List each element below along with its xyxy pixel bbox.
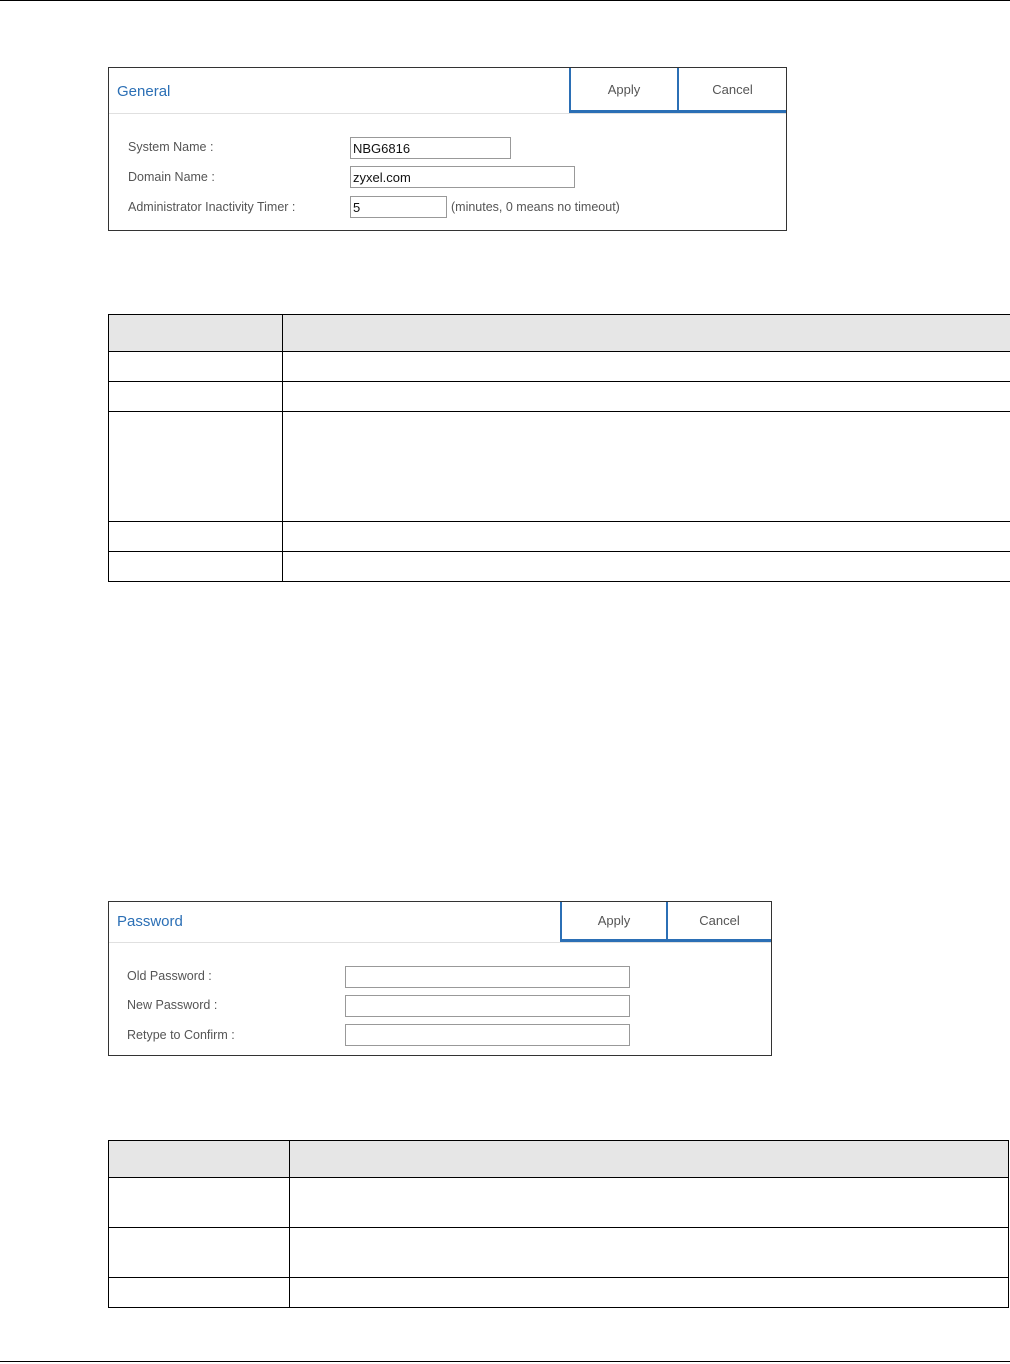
table-cell <box>108 1277 290 1308</box>
password-cancel-button[interactable]: Cancel <box>666 902 771 942</box>
password-fields-table <box>108 1140 1009 1308</box>
table-cell <box>289 1277 1009 1308</box>
password-panel: Password Apply Cancel Old Password : New… <box>108 901 772 1056</box>
table-row <box>108 381 1010 412</box>
table-cell <box>282 521 1010 552</box>
general-panel-divider <box>109 113 786 114</box>
table-row <box>108 551 1010 582</box>
domain-name-input[interactable] <box>350 166 575 188</box>
password-panel-divider <box>109 942 771 943</box>
table-cell <box>108 351 283 382</box>
table-cell <box>108 521 283 552</box>
system-name-input[interactable] <box>350 137 511 159</box>
table-cell <box>282 551 1010 582</box>
table-row <box>108 521 1010 552</box>
new-password-input[interactable] <box>345 995 630 1017</box>
retype-password-input[interactable] <box>345 1024 630 1046</box>
table-cell <box>108 381 283 412</box>
general-apply-button[interactable]: Apply <box>569 68 677 113</box>
table-header-row <box>108 314 1010 352</box>
table-row <box>108 1277 1009 1308</box>
table-header-cell <box>282 314 1010 352</box>
inactivity-timer-note: (minutes, 0 means no timeout) <box>451 200 620 214</box>
table-cell <box>289 1227 1009 1278</box>
table-row <box>108 1177 1009 1228</box>
table-cell <box>108 1227 290 1278</box>
table-cell <box>282 381 1010 412</box>
inactivity-timer-label: Administrator Inactivity Timer : <box>128 200 296 214</box>
domain-name-label: Domain Name : <box>128 170 215 184</box>
table-cell <box>282 351 1010 382</box>
table-cell <box>289 1177 1009 1228</box>
table-cell <box>282 411 1010 522</box>
system-name-label: System Name : <box>128 140 214 154</box>
table-header-cell <box>108 1140 290 1178</box>
password-panel-title: Password <box>117 913 183 930</box>
page-footer-rule <box>0 1361 1010 1362</box>
table-header-cell <box>108 314 283 352</box>
table-cell <box>108 411 283 522</box>
password-apply-button[interactable]: Apply <box>560 902 666 942</box>
page-header-rule <box>0 0 1010 1</box>
retype-password-label: Retype to Confirm : <box>127 1028 235 1042</box>
table-row <box>108 351 1010 382</box>
old-password-label: Old Password : <box>127 969 212 983</box>
old-password-input[interactable] <box>345 966 630 988</box>
table-header-row <box>108 1140 1009 1178</box>
general-cancel-button[interactable]: Cancel <box>677 68 786 113</box>
general-panel-title: General <box>117 83 171 100</box>
table-cell <box>108 1177 290 1228</box>
general-fields-table <box>108 314 1010 582</box>
table-row <box>108 1227 1009 1278</box>
table-header-cell <box>289 1140 1009 1178</box>
inactivity-timer-input[interactable] <box>350 196 447 218</box>
general-panel: General Apply Cancel System Name : Domai… <box>108 67 787 231</box>
new-password-label: New Password : <box>127 998 218 1012</box>
table-row <box>108 411 1010 522</box>
table-cell <box>108 551 283 582</box>
